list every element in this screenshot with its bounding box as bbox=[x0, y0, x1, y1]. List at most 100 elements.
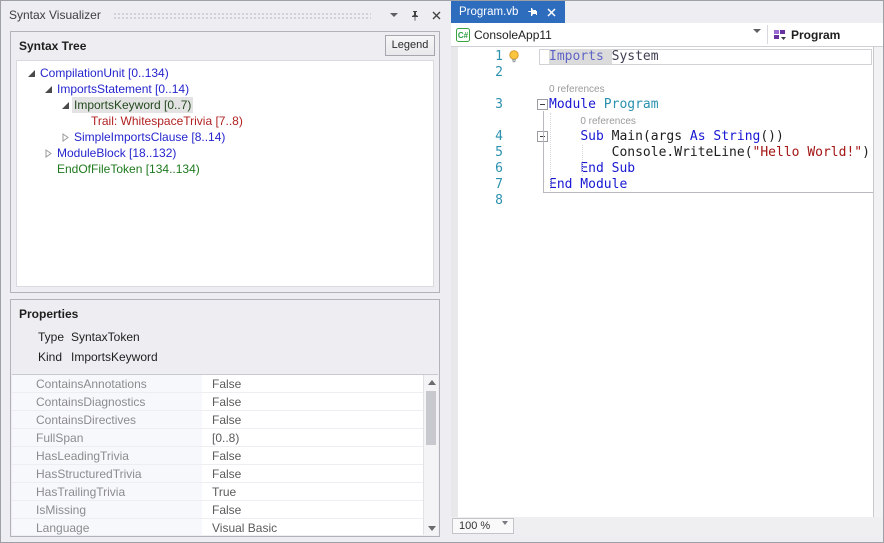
editor-vertical-scrollbar[interactable] bbox=[873, 47, 884, 517]
syntax-tree-list[interactable]: CompilationUnit [0..134)ImportsStatement… bbox=[16, 60, 434, 287]
expander-collapsed-icon[interactable] bbox=[44, 149, 53, 158]
tree-expander[interactable] bbox=[59, 101, 72, 110]
editor-horizontal-scrollbar[interactable]: 100 % bbox=[451, 517, 884, 535]
code-token-plain: ) bbox=[862, 145, 870, 160]
property-grid-row[interactable]: ContainsDirectivesFalse bbox=[12, 411, 438, 429]
scroll-down-button[interactable] bbox=[424, 521, 439, 535]
tree-node[interactable]: EndOfFileToken [134..134) bbox=[17, 161, 433, 177]
tree-expander[interactable] bbox=[42, 85, 55, 94]
code-token-kw: Module bbox=[549, 97, 604, 112]
tree-node-label: ImportsKeyword [0..7) bbox=[72, 97, 193, 113]
tree-node[interactable]: ImportsKeyword [0..7) bbox=[17, 97, 433, 113]
tree-expander[interactable] bbox=[25, 69, 38, 78]
codelens-row: 0 references bbox=[451, 113, 884, 129]
property-grid-row[interactable]: LanguageVisual Basic bbox=[12, 519, 438, 535]
property-grid-row[interactable]: HasTrailingTriviaTrue bbox=[12, 483, 438, 501]
property-value: [0..8) bbox=[202, 429, 438, 446]
property-value: False bbox=[202, 375, 438, 392]
property-name: HasStructuredTrivia bbox=[12, 465, 202, 482]
tree-node[interactable]: SimpleImportsClause [8..14) bbox=[17, 129, 433, 145]
tab-pin-button[interactable] bbox=[528, 7, 539, 17]
code-editor-surface[interactable]: 1Imports System20 references3Module Prog… bbox=[451, 47, 884, 517]
line-number: 2 bbox=[477, 65, 503, 81]
tree-node-label: ModuleBlock [18..132) bbox=[55, 145, 178, 161]
tree-node-label: SimpleImportsClause [8..14) bbox=[72, 129, 227, 145]
code-line: 6 End Sub bbox=[451, 161, 884, 177]
property-kind-label: Kind bbox=[38, 350, 71, 364]
window-position-menu-button[interactable] bbox=[386, 7, 402, 23]
code-token-kw: As bbox=[690, 129, 706, 144]
code-line: 2 bbox=[451, 65, 884, 81]
document-tab-program-vb[interactable]: Program.vb bbox=[451, 1, 565, 23]
code-token-idm: System bbox=[612, 49, 659, 64]
expander-expanded-icon[interactable] bbox=[61, 101, 70, 110]
codelens-references-link[interactable]: 0 references bbox=[549, 84, 605, 95]
code-line: 4 Sub Main(args As String()) bbox=[451, 129, 884, 145]
close-icon bbox=[547, 8, 556, 17]
close-icon bbox=[432, 11, 441, 20]
property-grid[interactable]: ContainsAnnotationsFalseContainsDiagnost… bbox=[12, 374, 438, 535]
property-value: False bbox=[202, 465, 438, 482]
outline-region-guide-horizontal bbox=[543, 192, 873, 193]
tool-window-title: Syntax Visualizer bbox=[9, 8, 101, 22]
property-grid-row[interactable]: HasLeadingTriviaFalse bbox=[12, 447, 438, 465]
property-grid-row[interactable]: HasStructuredTriviaFalse bbox=[12, 465, 438, 483]
line-number: 5 bbox=[477, 145, 503, 161]
property-grid-row[interactable]: FullSpan[0..8) bbox=[12, 429, 438, 447]
collapse-region-button[interactable] bbox=[537, 99, 548, 110]
tree-expander[interactable] bbox=[59, 133, 72, 142]
tree-node[interactable]: Trail: WhitespaceTrivia [7..8) bbox=[17, 113, 433, 129]
line-number: 7 bbox=[477, 177, 503, 193]
property-grid-row[interactable]: ContainsDiagnosticsFalse bbox=[12, 393, 438, 411]
code-line: 3 Module Program bbox=[451, 97, 884, 113]
project-dropdown[interactable]: ConsoleApp11 bbox=[474, 28, 552, 42]
close-button[interactable] bbox=[428, 7, 444, 23]
titlebar-grip[interactable] bbox=[113, 12, 371, 20]
property-grid-row[interactable]: ContainsAnnotationsFalse bbox=[12, 375, 438, 393]
code-text: End Module bbox=[549, 177, 627, 193]
indent-guide bbox=[550, 113, 551, 191]
property-name: HasTrailingTrivia bbox=[12, 483, 202, 500]
pin-button[interactable] bbox=[407, 7, 423, 23]
line-number: 3 bbox=[477, 97, 503, 113]
property-kind-value: ImportsKeyword bbox=[71, 350, 158, 364]
indent-guide bbox=[582, 145, 583, 176]
codelens-references-link[interactable]: 0 references bbox=[580, 116, 636, 127]
scrollbar-thumb[interactable] bbox=[426, 391, 436, 445]
code-token-kw: String bbox=[713, 129, 760, 144]
expander-collapsed-icon[interactable] bbox=[61, 133, 70, 142]
editor-pane: Program.vb C# ConsoleApp11 bbox=[451, 1, 884, 535]
zoom-level-combo[interactable]: 100 % bbox=[452, 518, 514, 534]
syntax-tree-groupbox: Syntax Tree Legend CompilationUnit [0..1… bbox=[10, 31, 440, 293]
code-line: 5 Console.WriteLine("Hello World!") bbox=[451, 145, 884, 161]
code-token-kw: End Module bbox=[549, 177, 627, 192]
module-icon bbox=[773, 29, 788, 42]
code-token-kw: Sub bbox=[580, 129, 603, 144]
code-token-id: Console bbox=[612, 145, 667, 160]
chevron-down-icon bbox=[390, 13, 398, 17]
lightbulb-icon bbox=[508, 50, 520, 63]
expander-expanded-icon[interactable] bbox=[27, 69, 36, 78]
tool-window-titlebar[interactable]: Syntax Visualizer bbox=[9, 5, 444, 25]
tab-close-button[interactable] bbox=[547, 8, 556, 17]
scroll-up-button[interactable] bbox=[424, 375, 439, 389]
legend-button[interactable]: Legend bbox=[385, 35, 435, 56]
code-token-plain bbox=[682, 129, 690, 144]
member-dropdown[interactable]: Program bbox=[791, 28, 840, 42]
tree-node[interactable]: ImportsStatement [0..14) bbox=[17, 81, 433, 97]
navigation-bar: C# ConsoleApp11 Program bbox=[451, 23, 884, 47]
tree-node[interactable]: ModuleBlock [18..132) bbox=[17, 145, 433, 161]
property-grid-row[interactable]: IsMissingFalse bbox=[12, 501, 438, 519]
expander-expanded-icon[interactable] bbox=[44, 85, 53, 94]
code-text: Imports System bbox=[549, 49, 659, 65]
code-token-type: Program bbox=[604, 97, 659, 112]
line-number: 6 bbox=[477, 161, 503, 177]
properties-scrollbar[interactable] bbox=[423, 375, 438, 535]
zoom-level-value: 100 % bbox=[459, 520, 490, 532]
tab-title: Program.vb bbox=[459, 6, 518, 18]
properties-groupbox: Properties TypeSyntaxToken KindImportsKe… bbox=[10, 299, 440, 537]
tree-expander[interactable] bbox=[42, 149, 55, 158]
chevron-down-icon bbox=[502, 525, 508, 537]
pin-icon bbox=[410, 10, 420, 21]
tree-node[interactable]: CompilationUnit [0..134) bbox=[17, 65, 433, 81]
